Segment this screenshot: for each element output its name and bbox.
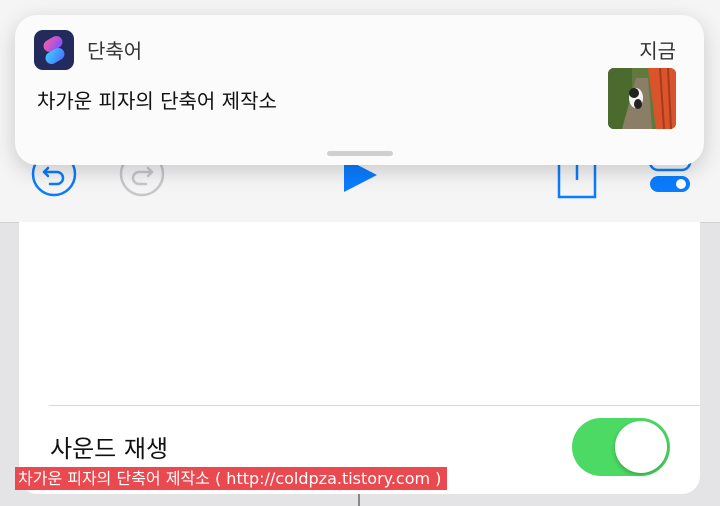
scroll-indicator xyxy=(358,494,360,506)
sound-toggle[interactable] xyxy=(572,418,670,476)
settings-card: 사운드 재생 xyxy=(19,222,700,494)
notification-time: 지금 xyxy=(639,39,676,63)
shortcuts-app-icon xyxy=(34,30,74,70)
grabber-handle[interactable] xyxy=(327,151,393,156)
divider xyxy=(49,405,700,406)
toggle-knob xyxy=(615,421,667,473)
sound-label: 사운드 재생 xyxy=(50,435,169,463)
notification-message: 차가운 피자의 단축어 제작소 xyxy=(37,89,277,113)
watermark: 차가운 피자의 단축어 제작소 ( http://coldpza.tistory… xyxy=(15,467,448,490)
cat-photo-thumbnail xyxy=(608,68,676,129)
notification-banner[interactable]: 단축어 지금 차가운 피자의 단축어 제작소 xyxy=(15,15,704,165)
app-name: 단축어 xyxy=(87,39,143,63)
